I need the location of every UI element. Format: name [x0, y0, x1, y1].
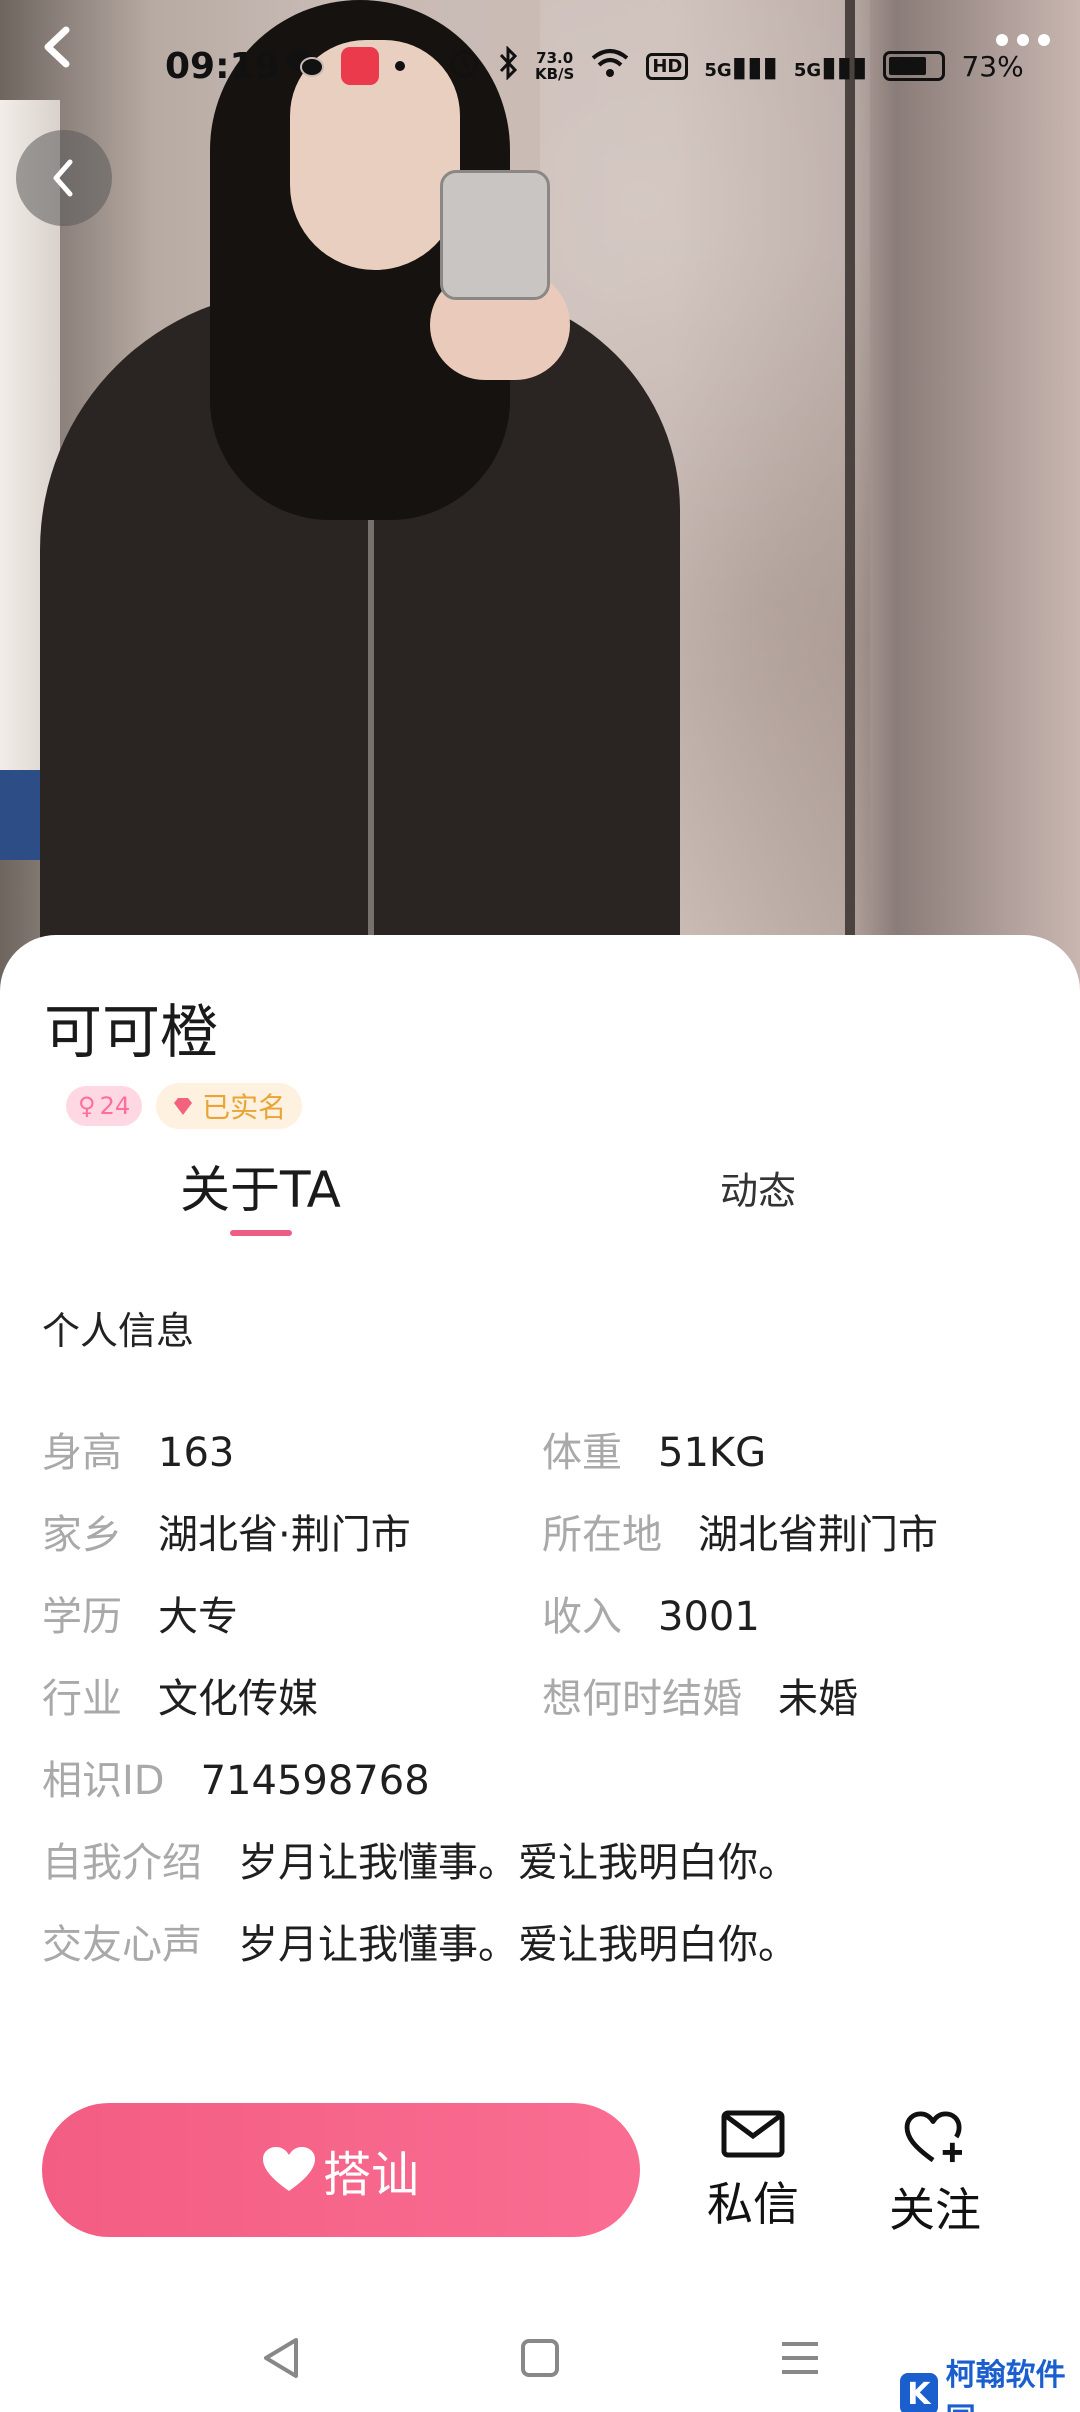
age-badge: ♀ 24 — [66, 1086, 143, 1126]
info-label: 交友心声 — [42, 1922, 202, 1968]
info-user-id: 相识ID 714598768 — [42, 1748, 430, 1806]
info-label: 体重 — [542, 1430, 622, 1476]
info-label: 学历 — [42, 1594, 122, 1640]
follow-button[interactable]: 关注 — [870, 2110, 1000, 2240]
watermark-text: 柯翰软件园 — [945, 2358, 1066, 2412]
greet-button[interactable]: 搭讪 — [42, 2103, 640, 2237]
verified-badge: 已实名 — [156, 1083, 303, 1129]
app-notification-icon — [341, 47, 379, 85]
info-value: 文化传媒 — [158, 1676, 318, 1722]
info-value: 未婚 — [778, 1676, 858, 1722]
info-value: 岁月让我懂事。爱让我明白你。 — [238, 1840, 798, 1886]
info-label: 行业 — [42, 1676, 122, 1722]
info-value: 3001 — [658, 1594, 760, 1640]
status-bar: 09:19 73.0 KB/S HD 5G▮▮▮ 5G▮▮▮ 73% — [0, 0, 1080, 140]
envelope-icon — [721, 2110, 785, 2158]
watermark-logo: K — [900, 2373, 938, 2412]
watermark: K 柯翰软件园 — [900, 2350, 1080, 2412]
info-marriage: 想何时结婚 未婚 — [542, 1666, 858, 1724]
wifi-icon — [590, 47, 630, 86]
age-value: 24 — [99, 1092, 131, 1120]
status-time: 09:19 — [165, 46, 280, 87]
nav-back-icon[interactable] — [252, 2328, 312, 2388]
info-label: 想何时结婚 — [542, 1676, 742, 1722]
female-icon: ♀ — [78, 1092, 96, 1120]
status-icons: 73.0 KB/S HD 5G▮▮▮ 5G▮▮▮ 73% — [285, 44, 1024, 87]
more-dot-icon — [996, 34, 1008, 46]
more-dot-icon — [1038, 34, 1050, 46]
more-dot-icon — [1017, 34, 1029, 46]
battery-fill — [889, 57, 927, 75]
info-label: 身高 — [42, 1430, 122, 1476]
notification-dot-icon — [395, 61, 405, 71]
bluetooth-icon — [497, 44, 519, 87]
hd-icon: HD — [646, 52, 689, 80]
signal-5g-icon: 5G▮▮▮ — [704, 49, 778, 83]
tab-moments[interactable]: 动态 — [720, 1160, 796, 1215]
info-label: 自我介绍 — [42, 1840, 202, 1886]
info-value: 714598768 — [200, 1758, 430, 1804]
section-title: 个人信息 — [42, 1309, 195, 1353]
info-location: 所在地 湖北省荆门市 — [542, 1502, 938, 1560]
info-self-intro: 自我介绍 岁月让我懂事。爱让我明白你。 — [42, 1830, 798, 1888]
battery-percent: 73% — [961, 49, 1024, 83]
more-options-button[interactable] — [996, 34, 1050, 46]
info-value: 湖北省·荆门市 — [158, 1512, 411, 1558]
info-label: 所在地 — [542, 1512, 662, 1558]
profile-badges: ♀ 24 已实名 — [66, 1083, 303, 1129]
info-hometown: 家乡 湖北省·荆门市 — [42, 1502, 411, 1560]
wechat-icon — [285, 46, 325, 87]
profile-nickname: 可可橙 — [44, 998, 219, 1066]
info-value: 岁月让我懂事。爱让我明白你。 — [238, 1922, 798, 1968]
chevron-left-icon — [53, 159, 73, 197]
info-industry: 行业 文化传媒 — [42, 1666, 318, 1724]
diamond-icon — [174, 1098, 193, 1115]
info-income: 收入 3001 — [542, 1584, 760, 1642]
photo-phone — [440, 170, 550, 300]
verified-label: 已实名 — [202, 1091, 287, 1124]
profile-tabs: 关于TA 动态 — [0, 1150, 1080, 1240]
info-friend-voice: 交友心声 岁月让我懂事。爱让我明白你。 — [42, 1912, 798, 1970]
info-value: 51KG — [658, 1430, 767, 1476]
info-value: 163 — [158, 1430, 235, 1476]
tab-about[interactable]: 关于TA — [180, 1150, 341, 1222]
signal-5g-icon-2: 5G▮▮▮ — [793, 49, 868, 83]
info-height: 身高 163 — [42, 1420, 234, 1478]
info-label: 收入 — [542, 1594, 622, 1640]
info-weight: 体重 51KG — [542, 1420, 766, 1478]
network-speed: 73.0 KB/S — [535, 49, 575, 83]
info-value: 大专 — [158, 1594, 238, 1640]
photo-mirror-edge — [845, 0, 855, 1000]
nav-menu-icon[interactable] — [770, 2328, 830, 2388]
info-label: 相识ID — [42, 1758, 165, 1804]
info-value: 湖北省荆门市 — [698, 1512, 938, 1558]
follow-label: 关注 — [889, 2183, 981, 2237]
greet-label: 搭讪 — [322, 2147, 419, 2203]
active-tab-indicator — [230, 1230, 292, 1236]
info-education: 学历 大专 — [42, 1584, 238, 1642]
chevron-left-icon[interactable] — [34, 22, 84, 72]
heart-icon — [262, 2147, 315, 2191]
message-button[interactable]: 私信 — [688, 2110, 818, 2240]
profile-photo[interactable] — [0, 0, 1080, 1000]
battery-icon — [883, 51, 946, 81]
heart-plus-icon — [904, 2111, 962, 2163]
message-label: 私信 — [707, 2177, 799, 2231]
nav-home-icon[interactable] — [510, 2328, 570, 2388]
alarm-icon — [447, 46, 481, 87]
back-button[interactable] — [16, 130, 112, 226]
info-label: 家乡 — [42, 1512, 122, 1558]
